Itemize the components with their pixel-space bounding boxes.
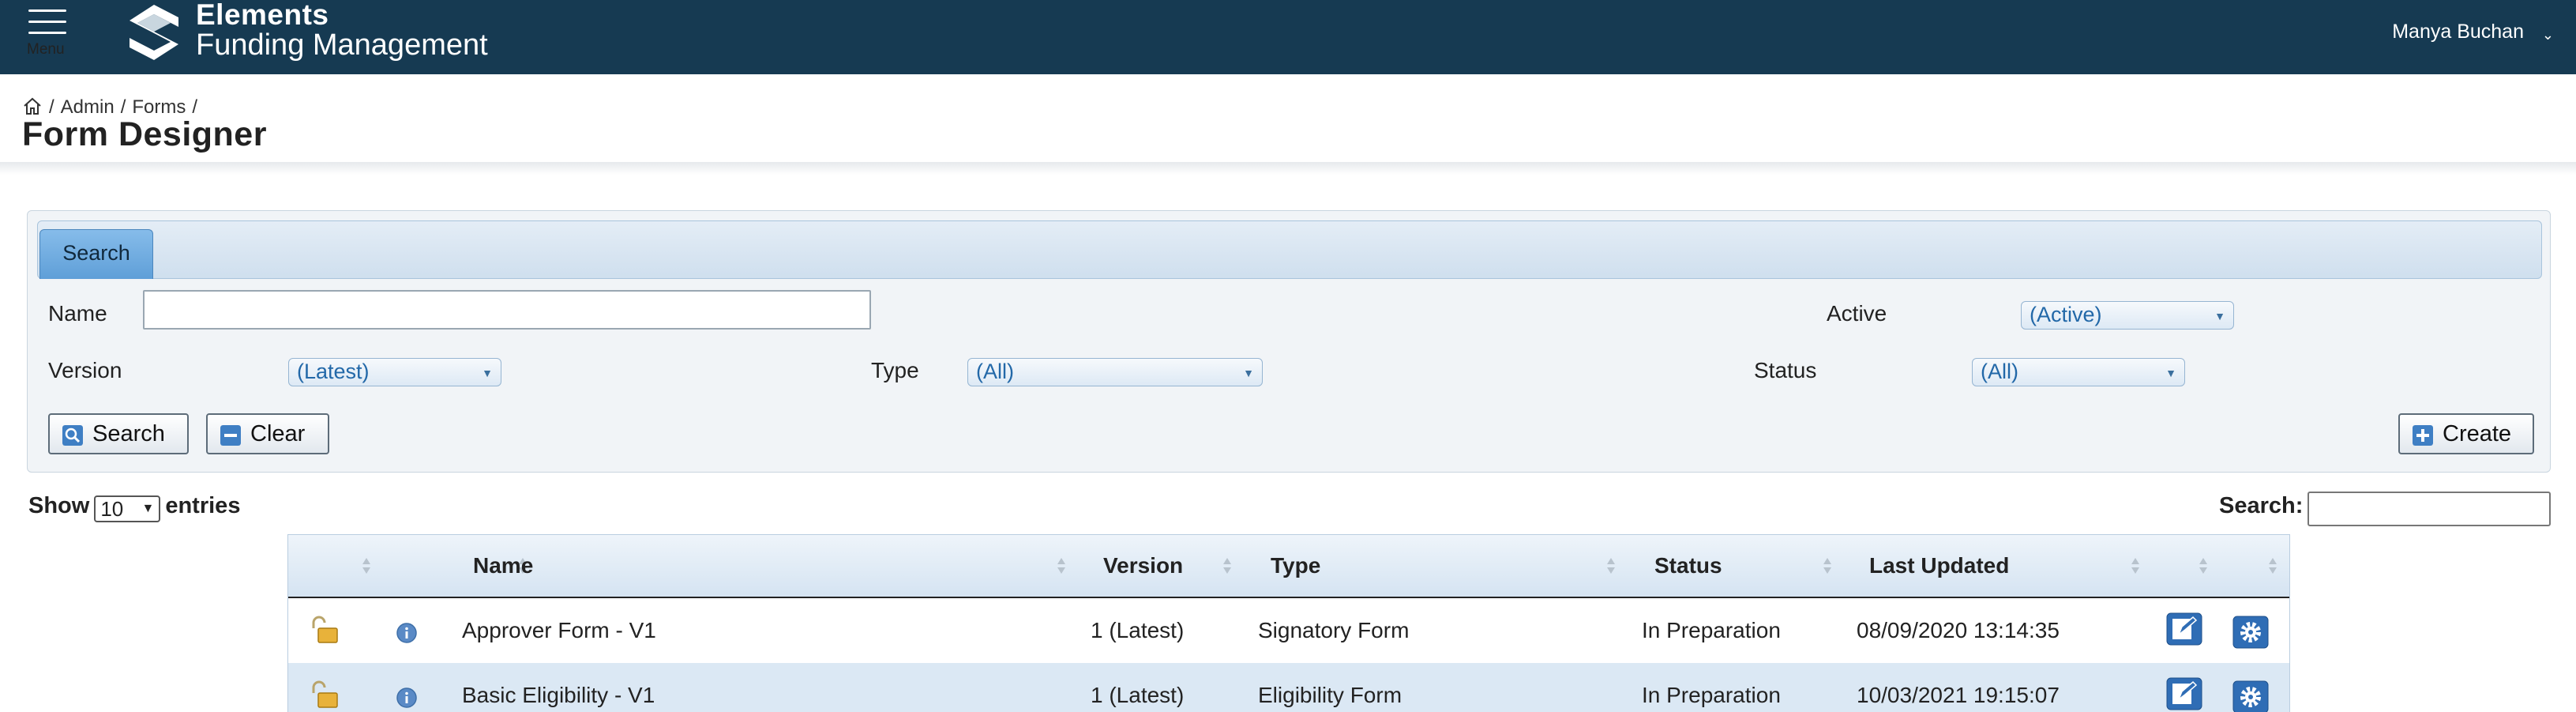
caret-down-icon: ▼ (482, 367, 493, 379)
sort-icon (1057, 558, 1065, 575)
cell-name: Basic Eligibility - V1 (462, 683, 655, 707)
cell-status: In Preparation (1642, 618, 1781, 642)
sort-icon (1607, 558, 1615, 575)
cell-last-updated: 10/03/2021 19:15:07 (1857, 683, 2060, 707)
caret-down-icon: ▼ (2214, 310, 2225, 322)
chevron-down-icon: ▼ (141, 502, 155, 515)
column-header-name[interactable]: Name (473, 535, 1067, 597)
status-label: Status (1754, 358, 1817, 382)
clear-button[interactable]: Clear (206, 413, 329, 454)
unlocked-padlock-icon[interactable] (309, 680, 340, 710)
search-icon (62, 425, 83, 446)
caret-down-icon: ▼ (1243, 367, 1254, 379)
top-bar: Menu Elements Funding Management Manya B… (0, 0, 2576, 74)
column-header-type[interactable]: Type (1271, 535, 1587, 597)
chevron-down-icon[interactable]: ⌄ (2542, 27, 2554, 43)
product-name: Funding Management (196, 28, 488, 62)
header-divider (0, 162, 2576, 175)
user-menu[interactable]: Manya Buchan (2392, 21, 2524, 43)
info-icon[interactable] (396, 622, 418, 644)
page-title: Form Designer (22, 115, 267, 153)
column-header-last-updated[interactable]: Last Updated (1869, 535, 2106, 597)
menu-label: Menu (27, 41, 65, 58)
search-button[interactable]: Search (48, 413, 189, 454)
column-header-status[interactable]: Status (1654, 535, 1812, 597)
minus-icon (220, 425, 241, 446)
cell-version: 1 (Latest) (1091, 683, 1185, 707)
sort-icon (362, 558, 370, 575)
sort-icon (1223, 558, 1231, 575)
sort-icon (2131, 558, 2139, 575)
sort-icon (2269, 558, 2277, 575)
active-label: Active (1827, 301, 1887, 326)
cell-last-updated: 08/09/2020 13:14:35 (1857, 618, 2060, 642)
active-select-value: (Active) (2030, 303, 2102, 326)
elements-logo-icon[interactable] (126, 3, 182, 62)
brand-name: Elements (196, 0, 329, 31)
create-button[interactable]: Create (2398, 413, 2534, 454)
cell-type: Signatory Form (1258, 618, 1410, 642)
name-label: Name (48, 301, 107, 326)
cell-type: Eligibility Form (1258, 683, 1403, 707)
breadcrumb-forms[interactable]: Forms (132, 96, 186, 118)
version-label: Version (48, 358, 122, 382)
plus-icon (2413, 425, 2433, 446)
forms-table: Name Version Type Status Last Updated Ap… (287, 534, 2290, 712)
caret-down-icon: ▼ (2165, 367, 2176, 379)
type-select-value: (All) (976, 360, 1014, 383)
breadcrumb-admin[interactable]: Admin (61, 96, 115, 118)
table-row[interactable]: Basic Eligibility - V1 1 (Latest) Eligib… (288, 663, 2289, 712)
column-header-info[interactable] (383, 535, 527, 597)
status-select-value: (All) (1981, 360, 2018, 383)
gear-icon[interactable] (2232, 616, 2269, 649)
search-panel: Search Name Active (Active) ▼ Version (La… (27, 210, 2551, 473)
name-input[interactable] (143, 290, 871, 330)
hamburger-icon (28, 9, 66, 12)
info-icon[interactable] (396, 687, 418, 709)
column-header-version[interactable]: Version (1103, 535, 1261, 597)
version-select-value: (Latest) (297, 360, 370, 383)
type-select[interactable]: (All) ▼ (967, 358, 1263, 386)
version-select[interactable]: (Latest) ▼ (288, 358, 501, 386)
status-select[interactable]: (All) ▼ (1972, 358, 2185, 386)
edit-icon[interactable] (2166, 612, 2202, 646)
table-row[interactable]: Approver Form - V1 1 (Latest) Signatory … (288, 598, 2289, 663)
column-header-lock[interactable] (288, 535, 383, 597)
tab-search[interactable]: Search (39, 229, 153, 279)
sort-icon (2199, 558, 2207, 575)
edit-icon[interactable] (2166, 677, 2202, 710)
page-length-select[interactable]: 10 ▼ (94, 495, 161, 522)
table-search-label: Search: (2219, 493, 2304, 518)
table-search-input[interactable] (2308, 492, 2551, 526)
cell-status: In Preparation (1642, 683, 1781, 707)
gear-icon[interactable] (2232, 680, 2269, 712)
home-icon[interactable] (22, 96, 43, 115)
table-header: Name Version Type Status Last Updated (288, 535, 2289, 599)
type-label: Type (871, 358, 919, 382)
page-length-control: Show 10 ▼ entries (28, 493, 241, 522)
cell-name: Approver Form - V1 (462, 618, 656, 642)
menu-button[interactable]: Menu (27, 9, 68, 60)
tab-strip: Search (37, 220, 2542, 279)
unlocked-padlock-icon[interactable] (309, 616, 340, 646)
cell-version: 1 (Latest) (1091, 618, 1185, 642)
active-select[interactable]: (Active) ▼ (2021, 301, 2234, 330)
sort-icon (1823, 558, 1831, 575)
